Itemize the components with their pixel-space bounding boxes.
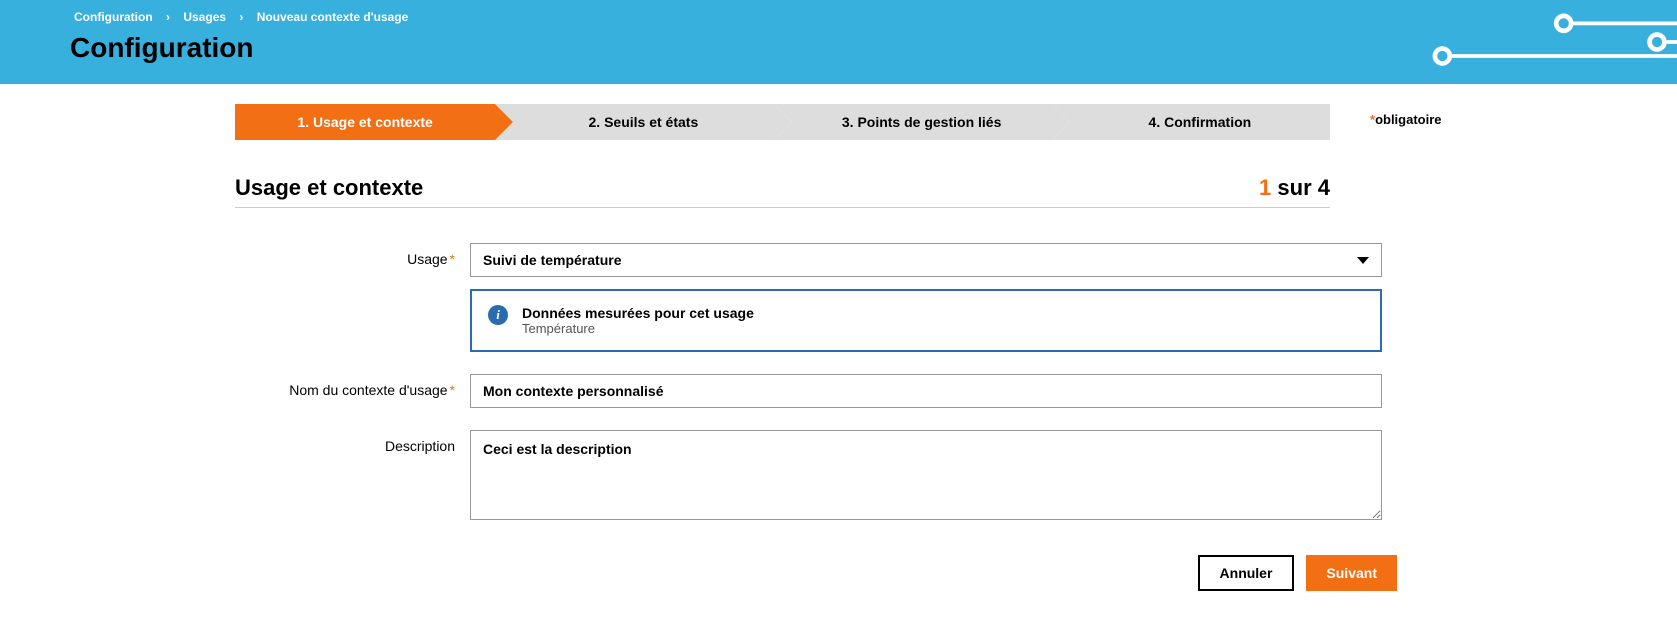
wizard-steps: 1. Usage et contexte 2. Seuils et états … [235,104,1330,140]
wizard-step-seuils[interactable]: 2. Seuils et états [495,104,773,140]
context-name-input[interactable] [470,374,1382,408]
usage-label: Usage* [70,243,470,267]
step-counter: 1 sur 4 [1259,175,1330,201]
cancel-button[interactable]: Annuler [1198,555,1295,591]
info-title: Données mesurées pour cet usage [522,305,754,321]
description-label: Description [70,430,470,454]
info-icon: i [488,305,508,325]
wizard-step-confirmation[interactable]: 4. Confirmation [1052,104,1330,140]
info-subtitle: Température [522,321,754,336]
next-button[interactable]: Suivant [1306,555,1397,591]
chevron-right-icon: › [239,10,243,24]
usage-selected-value: Suivi de température [483,252,622,268]
usage-select[interactable]: Suivi de température [470,243,1382,277]
breadcrumb-item[interactable]: Usages [183,10,226,24]
page-header: Configuration › Usages › Nouveau context… [0,0,1677,84]
section-header: Usage et contexte 1 sur 4 [235,175,1330,208]
caret-down-icon [1357,257,1369,264]
wizard-step-usage[interactable]: 1. Usage et contexte [235,104,495,140]
usage-info-box: i Données mesurées pour cet usage Tempér… [470,289,1382,352]
chevron-right-icon: › [166,10,170,24]
breadcrumb-item[interactable]: Configuration [74,10,153,24]
mandatory-legend: *obligatoire [1370,104,1442,127]
breadcrumb-item: Nouveau contexte d'usage [257,10,409,24]
section-title: Usage et contexte [235,175,423,201]
context-name-label: Nom du contexte d'usage* [70,374,470,398]
wizard-step-points[interactable]: 3. Points de gestion liés [774,104,1052,140]
description-textarea[interactable] [470,430,1382,520]
decoration-graphic [1317,0,1677,84]
